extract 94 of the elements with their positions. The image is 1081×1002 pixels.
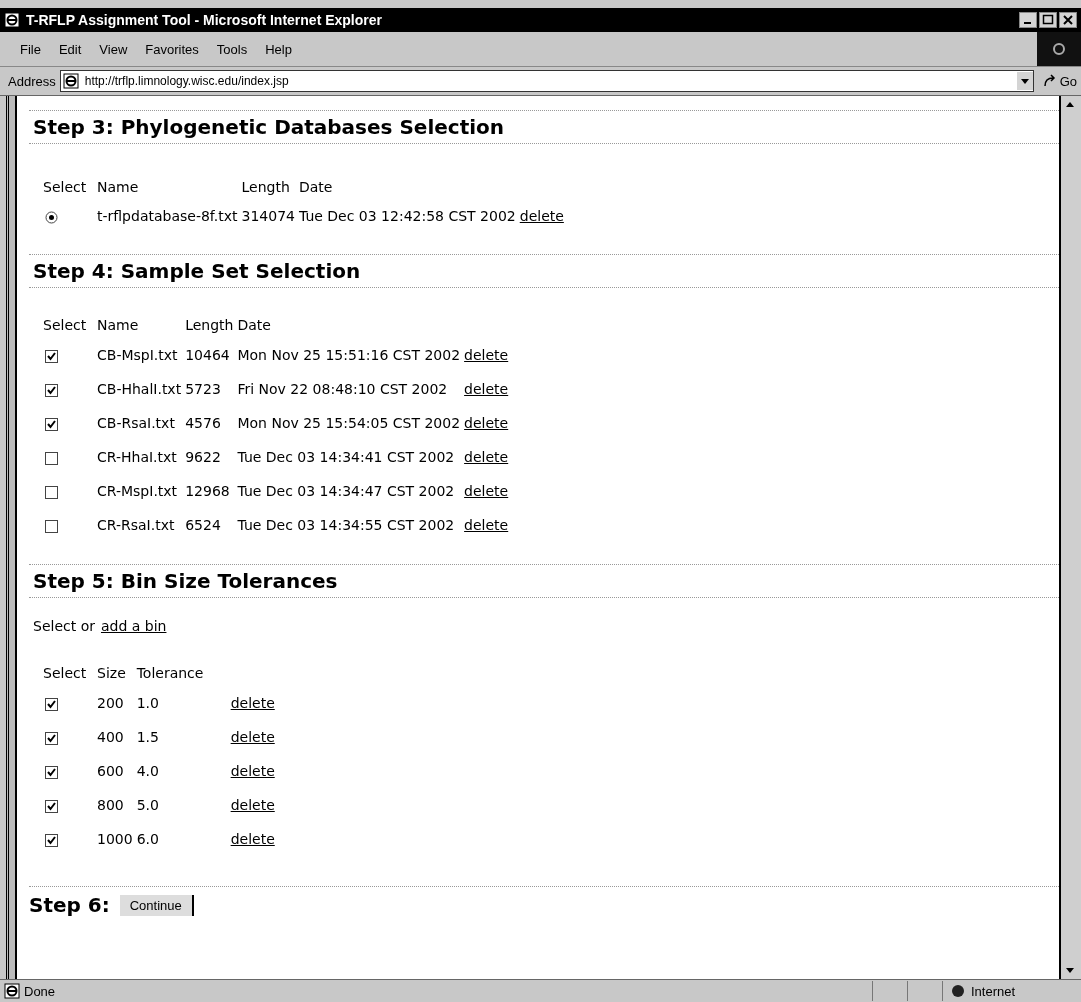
delete-link[interactable]: delete bbox=[464, 415, 509, 431]
column-header: Name bbox=[97, 316, 140, 335]
column-header: Select bbox=[43, 178, 88, 197]
table-cell: 6524 bbox=[185, 508, 238, 542]
table-cell-text: 4576 bbox=[185, 414, 222, 433]
menu-item[interactable]: Tools bbox=[210, 39, 254, 59]
checkbox[interactable] bbox=[45, 697, 58, 711]
column-header: Date bbox=[237, 316, 272, 335]
go-button[interactable]: Go bbox=[1037, 73, 1081, 89]
column-header: Name bbox=[97, 174, 242, 200]
delete-link[interactable]: delete bbox=[464, 517, 509, 533]
zone-text: Internet bbox=[971, 983, 1016, 999]
status-text: Done bbox=[24, 983, 56, 999]
menu-item[interactable]: View bbox=[93, 39, 134, 59]
table-cell: 1.0 bbox=[136, 686, 231, 720]
address-label: Address bbox=[8, 73, 56, 89]
checkbox[interactable] bbox=[45, 765, 58, 779]
add-bin-link[interactable]: add a bin bbox=[100, 618, 167, 634]
table-cell: 12968 bbox=[185, 474, 238, 508]
column-header: Tolerance bbox=[136, 664, 205, 683]
section-heading: Step 5: Bin Size Tolerances bbox=[29, 564, 1059, 598]
radio-button[interactable] bbox=[45, 210, 58, 224]
checkbox[interactable] bbox=[45, 833, 58, 847]
delete-link[interactable]: delete bbox=[230, 797, 275, 813]
delete-link[interactable]: delete bbox=[464, 449, 509, 465]
menu-item[interactable]: File bbox=[14, 39, 47, 59]
address-field[interactable]: http://trflp.limnology.wisc.edu/index.jsp bbox=[59, 70, 1034, 92]
table-cell-text: CR-RsaI.txt bbox=[97, 516, 176, 535]
delete-link[interactable]: delete bbox=[464, 347, 509, 363]
scrollbar[interactable] bbox=[1059, 96, 1081, 979]
menu-item[interactable]: Edit bbox=[52, 39, 88, 59]
delete-link[interactable]: delete bbox=[230, 729, 275, 745]
checkbox[interactable] bbox=[45, 451, 58, 465]
delete-link[interactable]: delete bbox=[230, 831, 275, 847]
table-cell: CB-RsaI.txt bbox=[97, 406, 186, 440]
column-header: Select bbox=[43, 316, 88, 335]
table-cell: 5.0 bbox=[136, 788, 231, 822]
maximize-icon[interactable] bbox=[1039, 12, 1057, 28]
delete-link[interactable]: delete bbox=[519, 208, 564, 224]
section-heading: Step 4: Sample Set Selection bbox=[29, 254, 1059, 288]
table-cell: Tue Dec 03 12:42:58 CST 2002 bbox=[298, 200, 520, 232]
table-cell: 1000 bbox=[97, 822, 137, 856]
minimize-icon[interactable] bbox=[1019, 12, 1037, 28]
go-arrow-icon bbox=[1041, 73, 1058, 89]
table-cell-text: 400 bbox=[97, 728, 125, 747]
menu-item[interactable]: Help bbox=[259, 39, 298, 59]
page-icon bbox=[62, 73, 79, 89]
table-cell: Mon Nov 25 15:51:16 CST 2002 bbox=[237, 338, 465, 372]
column-header: Size bbox=[97, 660, 137, 686]
table-cell: 9622 bbox=[185, 440, 238, 474]
table-cell: 4.0 bbox=[136, 754, 231, 788]
checkbox[interactable] bbox=[45, 383, 58, 397]
table-cell: 6.0 bbox=[136, 822, 231, 856]
section-heading: Step 3: Phylogenetic Databases Selection bbox=[29, 110, 1059, 144]
checkbox[interactable] bbox=[45, 799, 58, 813]
table-cell: 314074 bbox=[241, 200, 299, 232]
table-cell: 1.5 bbox=[136, 720, 231, 754]
table-cell: Tue Dec 03 14:34:41 CST 2002 bbox=[237, 440, 465, 474]
checkbox[interactable] bbox=[45, 731, 58, 745]
page-icon bbox=[4, 983, 20, 999]
column-header: Select bbox=[43, 660, 97, 686]
instruction-text: Select or bbox=[33, 618, 95, 634]
checkbox[interactable] bbox=[45, 485, 58, 499]
browser-icon bbox=[4, 12, 20, 28]
column-header: Date bbox=[298, 178, 334, 197]
delete-link[interactable]: delete bbox=[230, 763, 275, 779]
checkbox[interactable] bbox=[45, 417, 58, 431]
section-heading: Step 6: bbox=[29, 893, 110, 917]
table-cell: Tue Dec 03 14:34:55 CST 2002 bbox=[237, 508, 465, 542]
table-cell: Tue Dec 03 14:34:47 CST 2002 bbox=[237, 474, 465, 508]
window-title: T-RFLP Assignment Tool - Microsoft Internet Explorer bbox=[26, 12, 383, 28]
menu-item[interactable]: Favorites bbox=[139, 39, 205, 59]
delete-link[interactable]: delete bbox=[230, 695, 275, 711]
checkbox[interactable] bbox=[45, 349, 58, 363]
table-cell: 600 bbox=[97, 754, 137, 788]
table-cell: t-rflpdatabase-8f.txt bbox=[97, 200, 242, 232]
column-header: Length bbox=[185, 316, 235, 335]
table-cell-text: CB-MspI.txt bbox=[97, 346, 179, 365]
close-icon[interactable] bbox=[1059, 12, 1077, 28]
continue-button[interactable]: Continue bbox=[119, 894, 194, 916]
table-cell-text: 10464 bbox=[185, 346, 231, 365]
table-cell: Fri Nov 22 08:48:10 CST 2002 bbox=[237, 372, 465, 406]
dropdown-icon[interactable] bbox=[1016, 72, 1033, 90]
table-cell-text: CR-HhaI.txt bbox=[97, 448, 178, 467]
checkbox[interactable] bbox=[45, 519, 58, 533]
table-cell-text: 5723 bbox=[185, 380, 222, 399]
delete-link[interactable]: delete bbox=[464, 381, 509, 397]
table-cell: 800 bbox=[97, 788, 137, 822]
table-cell: Mon Nov 25 15:54:05 CST 2002 bbox=[237, 406, 465, 440]
delete-link[interactable]: delete bbox=[464, 483, 509, 499]
table-cell-text: CB-HhalI.txt bbox=[97, 380, 183, 399]
column-header: Length bbox=[241, 178, 291, 197]
table-cell-text: 200 bbox=[97, 694, 125, 713]
table-cell-text: CR-MspI.txt bbox=[97, 482, 179, 501]
